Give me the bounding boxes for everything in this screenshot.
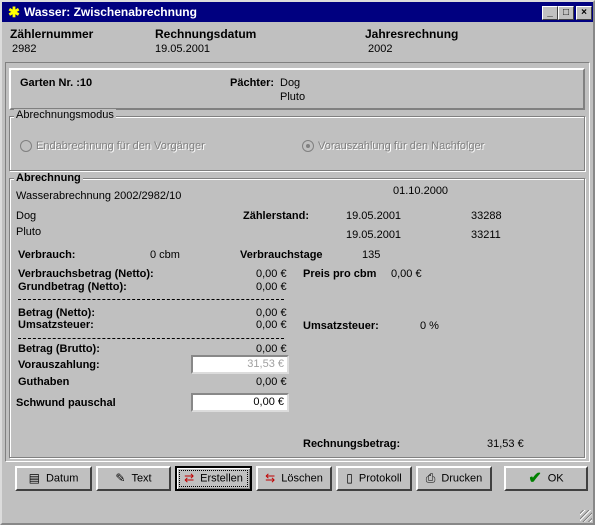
vat-label: Umsatzsteuer: [18, 319, 94, 331]
log-button[interactable]: ▯ Protokoll [336, 466, 412, 491]
text-button[interactable]: ✎ Text [96, 466, 171, 491]
separator-line-2 [18, 338, 284, 339]
shrinkage-flat-field[interactable]: 0,00 € [191, 393, 289, 412]
maximize-button[interactable]: □ [558, 6, 574, 20]
ok-button[interactable]: ✔ OK [504, 466, 588, 491]
gross-amount-label: Betrag (Brutto): [18, 343, 100, 355]
tenant-name-1: Dog [280, 77, 301, 89]
billing-mode-legend: Abrechnungsmodus [14, 109, 116, 121]
invoice-date-value: 19.05.2001 [155, 43, 211, 55]
usage-amount-net-value: 0,00 € [256, 268, 287, 280]
invoice-amount-label: Rechnungsbetrag: [303, 438, 401, 450]
date-button[interactable]: ▤ Datum [15, 466, 92, 491]
final-billing-label: Endabrechnung für den Vorgänger [36, 140, 205, 152]
annual-invoice-value: 2002 [368, 43, 393, 55]
close-button[interactable]: × [576, 6, 592, 20]
garden-number: Garten Nr. :10 [20, 77, 93, 89]
billing-title: Wasserabrechnung 2002/2982/10 [16, 190, 182, 202]
delete-button[interactable]: ⇆ Löschen [256, 466, 332, 491]
reading-1-value: 33288 [471, 210, 502, 222]
consumption-days-value: 135 [362, 249, 381, 261]
annual-invoice-label: Jahresrechnung [365, 27, 459, 41]
meter-number-value: 2982 [12, 43, 37, 55]
resize-grip[interactable] [580, 510, 592, 522]
app-icon: ✱ [8, 4, 20, 20]
reading-2-value: 33211 [471, 229, 501, 241]
meter-reading-label: Zählerstand: [243, 210, 310, 222]
price-per-cbm-value: 0,00 € [391, 268, 422, 280]
text-document-icon: ✎ [115, 471, 126, 485]
minimize-button[interactable]: _ [542, 6, 558, 20]
consumption-value: 0 cbm [150, 249, 180, 261]
checkmark-icon: ✔ [528, 470, 542, 487]
printer-icon: ⎙ [425, 471, 436, 485]
credit-value: 0,00 € [256, 376, 287, 388]
price-per-cbm-label: Preis pro cbm [303, 268, 377, 280]
usage-amount-net-label: Verbrauchsbetrag (Netto): [18, 268, 154, 280]
prepayment-amount-field[interactable]: 31,53 € [191, 355, 289, 374]
meter-number-label: Zählernummer [10, 27, 94, 41]
consumption-days-label: Verbrauchstage [240, 249, 323, 261]
document-icon: ▯ [346, 471, 353, 485]
total-net-label: Betrag (Netto): [18, 307, 95, 319]
prepayment-label: Vorauszahlung für den Nachfolger [318, 140, 485, 152]
create-button[interactable]: ⇄ Erstellen [175, 466, 252, 491]
billing-date: 01.10.2000 [393, 185, 449, 197]
tenant-label: Pächter: [230, 77, 275, 89]
gross-amount-value: 0,00 € [256, 343, 287, 355]
separator-line-1 [18, 299, 284, 300]
prepayment-radio[interactable] [302, 140, 314, 152]
calendar-icon: ▤ [28, 471, 40, 485]
delete-icon: ⇆ [265, 471, 276, 485]
invoice-date-label: Rechnungsdatum [155, 27, 257, 41]
reading-1-date: 19.05.2001 [346, 210, 402, 222]
base-amount-net-value: 0,00 € [256, 281, 287, 293]
prepayment-amount-label: Vorauszahlung: [18, 359, 100, 371]
create-icon: ⇄ [184, 471, 195, 485]
vat-rate-value: 0 % [420, 320, 439, 332]
print-button[interactable]: ⎙ Drucken [416, 466, 492, 491]
vat-rate-label: Umsatzsteuer: [303, 320, 379, 332]
total-net-value: 0,00 € [256, 307, 287, 319]
base-amount-net-label: Grundbetrag (Netto): [18, 281, 127, 293]
reading-2-date: 19.05.2001 [346, 229, 402, 241]
consumption-label: Verbrauch: [18, 249, 76, 261]
billing-legend: Abrechnung [14, 172, 83, 184]
credit-label: Guthaben [18, 376, 70, 388]
window-title: Wasser: Zwischenabrechnung [24, 5, 197, 19]
billing-name-1: Dog [16, 210, 37, 222]
billing-name-2: Pluto [16, 226, 42, 238]
title-bar[interactable]: ✱ Wasser: Zwischenabrechnung _ □ × [2, 2, 593, 22]
shrinkage-flat-label: Schwund pauschal [16, 397, 116, 409]
final-billing-radio[interactable] [20, 140, 32, 152]
tenant-name-2: Pluto [280, 91, 306, 103]
vat-value: 0,00 € [256, 319, 287, 331]
invoice-amount-value: 31,53 € [487, 438, 524, 450]
garden-panel [9, 68, 585, 110]
